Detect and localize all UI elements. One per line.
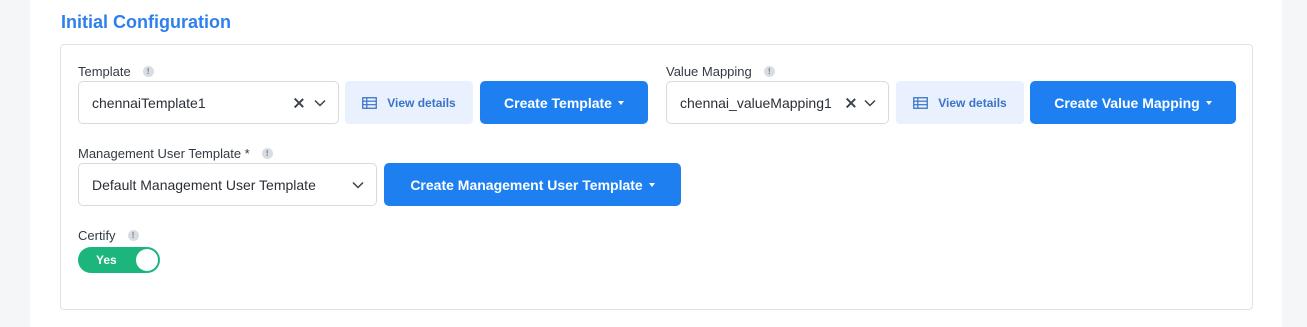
template-view-details-button[interactable]: View details: [345, 81, 473, 124]
chevron-down-icon[interactable]: [314, 99, 326, 107]
create-management-user-template-button[interactable]: Create Management User Template: [384, 163, 681, 206]
management-user-template-select[interactable]: Default Management User Template: [78, 163, 377, 206]
view-details-label: View details: [387, 95, 456, 110]
chevron-down-icon[interactable]: [352, 181, 364, 189]
template-label: Template: [78, 64, 131, 79]
certify-toggle[interactable]: Yes: [78, 247, 160, 273]
caret-down-icon: [1205, 101, 1212, 105]
caret-down-icon: [648, 183, 655, 187]
info-icon[interactable]: !: [763, 66, 775, 77]
certify-label-group: Certify !: [78, 228, 139, 243]
value-mapping-label-group: Value Mapping !: [666, 64, 775, 79]
chevron-down-icon[interactable]: [864, 99, 876, 107]
create-management-user-template-label: Create Management User Template: [410, 176, 643, 193]
certify-label: Certify: [78, 228, 116, 243]
value-mapping-view-details-button[interactable]: View details: [896, 81, 1024, 124]
table-icon: [362, 96, 378, 109]
management-user-template-select-value: Default Management User Template: [92, 176, 316, 193]
info-icon[interactable]: !: [127, 230, 139, 241]
value-mapping-label: Value Mapping: [666, 64, 752, 79]
template-select[interactable]: chennaiTemplate1: [78, 81, 339, 124]
create-value-mapping-button[interactable]: Create Value Mapping: [1030, 81, 1236, 124]
certify-toggle-text: Yes: [96, 253, 117, 267]
info-icon[interactable]: !: [142, 66, 154, 77]
management-user-template-label: Management User Template *: [78, 146, 250, 161]
template-label-group: Template !: [78, 64, 154, 79]
create-template-label: Create Template: [504, 94, 612, 111]
configuration-panel: Initial Configuration Template ! chennai…: [30, 0, 1282, 327]
caret-down-icon: [617, 101, 624, 105]
template-select-value: chennaiTemplate1: [92, 94, 206, 111]
clear-icon[interactable]: [294, 98, 304, 108]
configuration-card: Template ! chennaiTemplate1 View details…: [60, 44, 1253, 310]
value-mapping-select[interactable]: chennai_valueMapping1: [666, 81, 889, 124]
create-template-button[interactable]: Create Template: [480, 81, 648, 124]
toggle-knob: [136, 249, 158, 271]
clear-icon[interactable]: [846, 98, 856, 108]
section-title: Initial Configuration: [61, 12, 231, 32]
create-value-mapping-label: Create Value Mapping: [1054, 94, 1200, 111]
management-user-template-label-group: Management User Template * !: [78, 146, 273, 161]
info-icon[interactable]: !: [261, 148, 273, 159]
view-details-label: View details: [938, 95, 1007, 110]
table-icon: [913, 96, 929, 109]
value-mapping-select-value: chennai_valueMapping1: [680, 94, 832, 111]
